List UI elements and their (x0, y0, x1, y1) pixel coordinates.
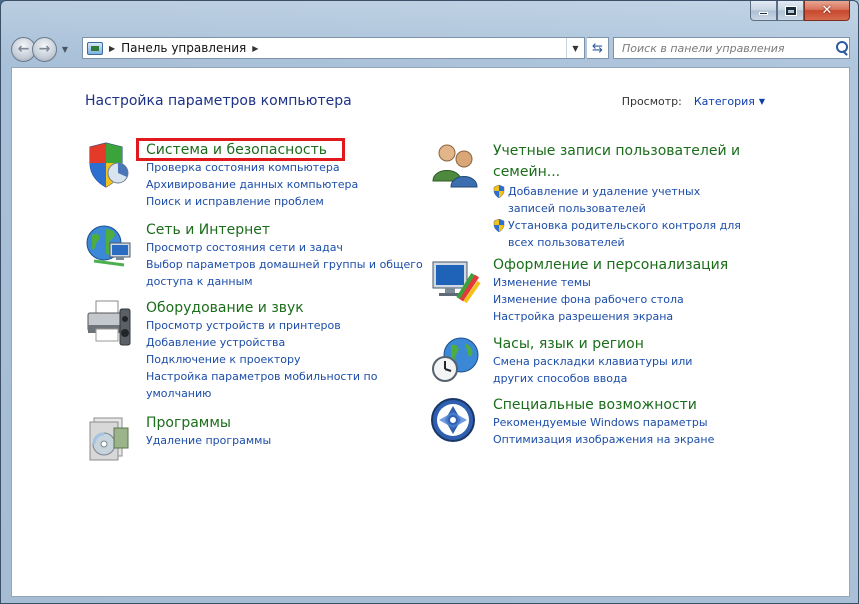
category-body: Часы, язык и регион Смена раскладки клав… (493, 335, 753, 387)
link-change-keyboard-layout[interactable]: Смена раскладки клавиатуры или других сп… (493, 353, 733, 387)
close-button[interactable]: ✕ (804, 1, 850, 21)
link-change-theme[interactable]: Изменение темы (493, 274, 753, 291)
link-add-device[interactable]: Добавление устройства (146, 334, 426, 351)
search-box[interactable] (613, 37, 850, 59)
category-title-ease-of-access[interactable]: Специальные возможности (493, 396, 753, 414)
maximize-icon (785, 6, 796, 15)
forward-button[interactable]: → (32, 36, 57, 62)
forward-arrow-icon: → (38, 41, 51, 57)
uac-shield-icon (493, 219, 505, 232)
shield-icon (89, 142, 129, 188)
search-input[interactable] (622, 39, 832, 57)
link-homegroup-sharing[interactable]: Выбор параметров домашней группы и общег… (146, 256, 426, 290)
link-mobility-settings[interactable]: Настройка параметров мобильности по умол… (146, 368, 386, 402)
category-title-clock-language[interactable]: Часы, язык и регион (493, 335, 753, 353)
view-selector: Просмотр: Категория ▼ (622, 95, 765, 108)
view-label: Просмотр: (621, 95, 682, 108)
control-panel-window: ✕ ← → ▼ ▶ Панель управления ▶ ▼ ⇆ Настро… (0, 0, 859, 604)
navigation-bar: ← → ▼ ▶ Панель управления ▶ ▼ ⇆ (11, 35, 850, 63)
category-title-appearance[interactable]: Оформление и персонализация (493, 256, 753, 274)
link-view-network-status[interactable]: Просмотр состояния сети и задач (146, 239, 426, 256)
printer-icon (87, 300, 131, 346)
ease-of-access-icon (431, 398, 475, 442)
refresh-button[interactable]: ⇆ (587, 37, 609, 59)
category-body: Сеть и Интернет Просмотр состояния сети … (146, 221, 426, 290)
close-icon: ✕ (821, 3, 833, 18)
link-screen-resolution[interactable]: Настройка разрешения экрана (493, 308, 753, 325)
uac-shield-icon (493, 185, 505, 198)
view-dropdown[interactable]: Категория ▼ (694, 95, 765, 108)
link-connect-projector[interactable]: Подключение к проектору (146, 351, 426, 368)
highlight-box (136, 138, 345, 161)
caption-buttons: ✕ (750, 1, 850, 22)
page-title: Настройка параметров компьютера (85, 93, 352, 109)
chevron-down-icon: ▼ (61, 44, 69, 54)
category-title-programs[interactable]: Программы (146, 414, 426, 432)
link-find-fix-problems[interactable]: Поиск и исправление проблем (146, 193, 426, 210)
link-view-devices-printers[interactable]: Просмотр устройств и принтеров (146, 317, 426, 334)
address-bar[interactable]: ▶ Панель управления ▶ ▼ (82, 37, 585, 59)
link-text: Добавление и удаление учетных записей по… (508, 185, 701, 215)
minimize-icon (759, 12, 768, 15)
users-icon (432, 144, 478, 188)
chevron-down-icon: ▼ (572, 43, 579, 53)
category-body: Учетные записи пользователей и семейн...… (493, 141, 753, 251)
chevron-down-icon: ▼ (758, 97, 765, 106)
category-title-network-internet[interactable]: Сеть и Интернет (146, 221, 426, 239)
view-value: Категория (693, 95, 755, 108)
link-change-desktop-background[interactable]: Изменение фона рабочего стола (493, 291, 753, 308)
personalization-icon (432, 261, 481, 304)
clock-globe-icon (432, 337, 479, 382)
link-add-remove-accounts[interactable]: Добавление и удаление учетных записей по… (493, 183, 753, 217)
breadcrumb-control-panel[interactable]: Панель управления (121, 41, 246, 55)
control-panel-icon (87, 41, 103, 55)
link-text: Установка родительского контроля для все… (508, 219, 741, 249)
programs-icon (89, 417, 129, 461)
link-optimize-display[interactable]: Оптимизация изображения на экране (493, 431, 753, 448)
refresh-icon: ⇆ (592, 40, 603, 56)
link-parental-control[interactable]: Установка родительского контроля для все… (493, 217, 753, 251)
recent-pages-dropdown[interactable]: ▼ (59, 45, 71, 54)
back-arrow-icon: ← (17, 41, 30, 57)
link-uninstall-program[interactable]: Удаление программы (146, 432, 426, 449)
maximize-button[interactable] (777, 1, 804, 21)
link-backup-computer[interactable]: Архивирование данных компьютера (146, 176, 426, 193)
content-pane: Настройка параметров компьютера Просмотр… (11, 67, 850, 597)
link-recommended-settings[interactable]: Рекомендуемые Windows параметры (493, 414, 753, 431)
category-body: Оформление и персонализация Изменение те… (493, 256, 753, 325)
globe-network-icon (86, 225, 131, 267)
breadcrumb-arrow-icon[interactable]: ▶ (109, 44, 115, 53)
address-dropdown-button[interactable]: ▼ (566, 38, 584, 58)
minimize-button[interactable] (750, 1, 777, 21)
breadcrumb-arrow-icon[interactable]: ▶ (252, 44, 258, 53)
link-check-computer-status[interactable]: Проверка состояния компьютера (146, 159, 426, 176)
search-icon[interactable] (835, 41, 849, 55)
category-title-hardware-sound[interactable]: Оборудование и звук (146, 299, 426, 317)
category-body: Специальные возможности Рекомендуемые Wi… (493, 396, 753, 448)
category-title-user-accounts[interactable]: Учетные записи пользователей и семейн... (493, 141, 753, 183)
category-body: Программы Удаление программы (146, 414, 426, 449)
category-body: Оборудование и звук Просмотр устройств и… (146, 299, 426, 402)
